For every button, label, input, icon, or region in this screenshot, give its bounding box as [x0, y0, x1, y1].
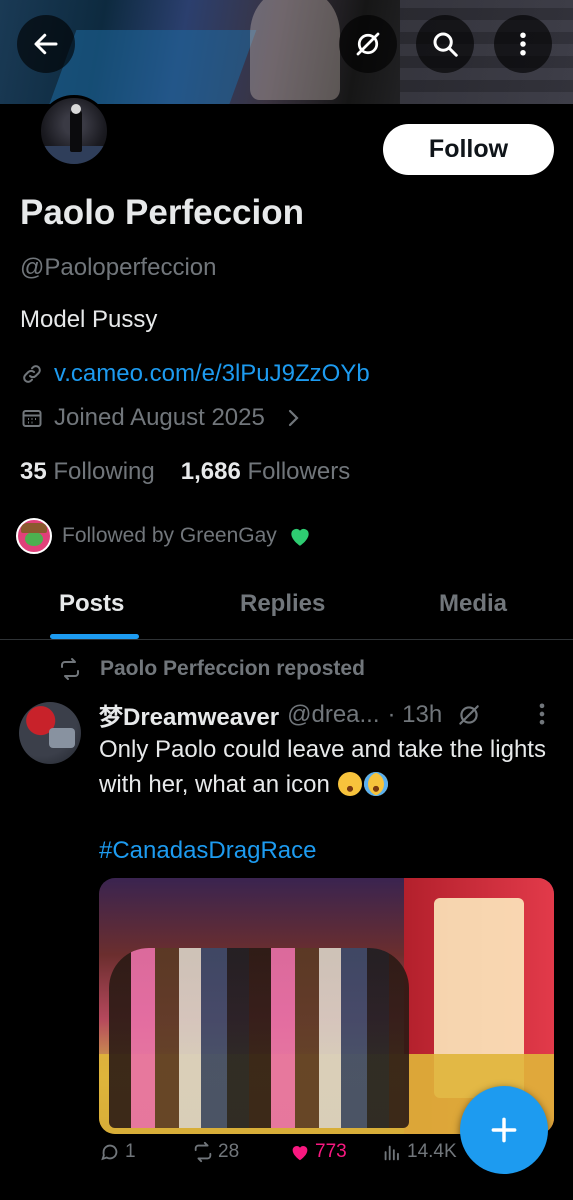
tab-media[interactable]: Media — [439, 590, 507, 618]
repost-icon — [61, 658, 79, 680]
tired-face-emoji-icon — [338, 772, 363, 796]
followers-label: Followers — [247, 458, 351, 485]
followers-link[interactable]: 1,686 Followers — [181, 458, 350, 486]
calendar-icon — [22, 410, 42, 427]
followers-count: 1,686 — [180, 458, 241, 485]
following-count: 35 — [20, 458, 47, 485]
post-timestamp[interactable]: · 13h — [388, 701, 443, 729]
view-count: 14.4K — [407, 1141, 457, 1162]
arrow-left-icon — [34, 33, 58, 55]
reply-count: 1 — [125, 1141, 136, 1162]
follow-counts: 35 Following 1,686 Followers — [20, 458, 350, 486]
media-decoration — [109, 948, 409, 1128]
heart-icon — [292, 1146, 308, 1161]
avatar-decoration — [70, 108, 82, 152]
crying-face-emoji-icon — [364, 772, 389, 796]
profile-link[interactable]: v.cameo.com/e/3lPuJ9ZzOYb — [20, 360, 370, 388]
reply-button[interactable]: 1 — [99, 1141, 136, 1163]
like-count: 773 — [315, 1141, 347, 1162]
grok-icon — [356, 32, 380, 56]
post-more-icon[interactable] — [532, 700, 552, 728]
post-header: 梦Dreamweaver @drea... · 13h — [99, 697, 559, 732]
post-body: Only Paolo could leave and take the ligh… — [99, 736, 546, 798]
banner-decoration — [250, 0, 340, 100]
profile-link-text[interactable]: v.cameo.com/e/3lPuJ9ZzOYb — [54, 360, 370, 388]
post-hashtag[interactable]: #CanadasDragRace — [99, 837, 316, 865]
repost-context[interactable]: Paolo Perfeccion reposted — [58, 657, 365, 681]
joined-date: Joined August 2025 — [54, 404, 265, 431]
profile-name: Paolo Perfeccion — [20, 193, 304, 232]
profile-handle: @Paoloperfeccion — [20, 254, 217, 281]
link-icon — [23, 365, 41, 383]
back-button[interactable] — [17, 15, 75, 73]
views-icon — [384, 1145, 399, 1161]
profile-banner[interactable] — [0, 0, 573, 104]
green-heart-icon — [291, 528, 309, 546]
plus-icon — [491, 1117, 517, 1143]
banner-decoration — [43, 30, 257, 104]
post-text: Only Paolo could leave and take the ligh… — [99, 732, 549, 802]
search-icon — [433, 32, 458, 57]
reply-icon — [101, 1144, 118, 1161]
post-author-name[interactable]: 梦Dreamweaver — [99, 697, 279, 732]
repost-icon — [194, 1141, 212, 1163]
grok-button[interactable] — [339, 15, 397, 73]
follower-avatar — [16, 518, 52, 554]
follow-button[interactable]: Follow — [383, 124, 554, 175]
repost-label: Paolo Perfeccion reposted — [100, 657, 365, 680]
avatar-decoration — [71, 104, 81, 114]
following-label: Following — [53, 458, 155, 485]
profile-avatar[interactable] — [38, 95, 110, 167]
repost-button[interactable]: 28 — [192, 1141, 239, 1163]
search-button[interactable] — [416, 15, 474, 73]
joined-date-row[interactable]: Joined August 2025 — [20, 404, 305, 432]
grok-icon[interactable] — [456, 702, 482, 728]
more-vertical-icon — [520, 32, 526, 56]
profile-bio: Model Pussy — [20, 306, 158, 333]
like-button[interactable]: 773 — [289, 1141, 347, 1163]
more-options-button[interactable] — [494, 15, 552, 73]
followed-by-row[interactable]: Followed by GreenGay — [16, 518, 313, 554]
views-button[interactable]: 14.4K — [381, 1141, 457, 1163]
active-tab-indicator — [50, 634, 139, 639]
repost-count: 28 — [218, 1141, 240, 1162]
compose-post-button[interactable] — [460, 1086, 548, 1174]
tab-replies[interactable]: Replies — [240, 590, 325, 618]
post-author-avatar[interactable] — [19, 702, 81, 764]
profile-tabs: Posts Replies Media — [0, 580, 573, 640]
chevron-right-icon — [288, 409, 299, 427]
tab-posts[interactable]: Posts — [59, 590, 124, 618]
following-link[interactable]: 35 Following — [20, 458, 155, 486]
post-author-handle[interactable]: @drea... — [287, 701, 379, 729]
followed-by-text: Followed by GreenGay — [62, 524, 277, 547]
